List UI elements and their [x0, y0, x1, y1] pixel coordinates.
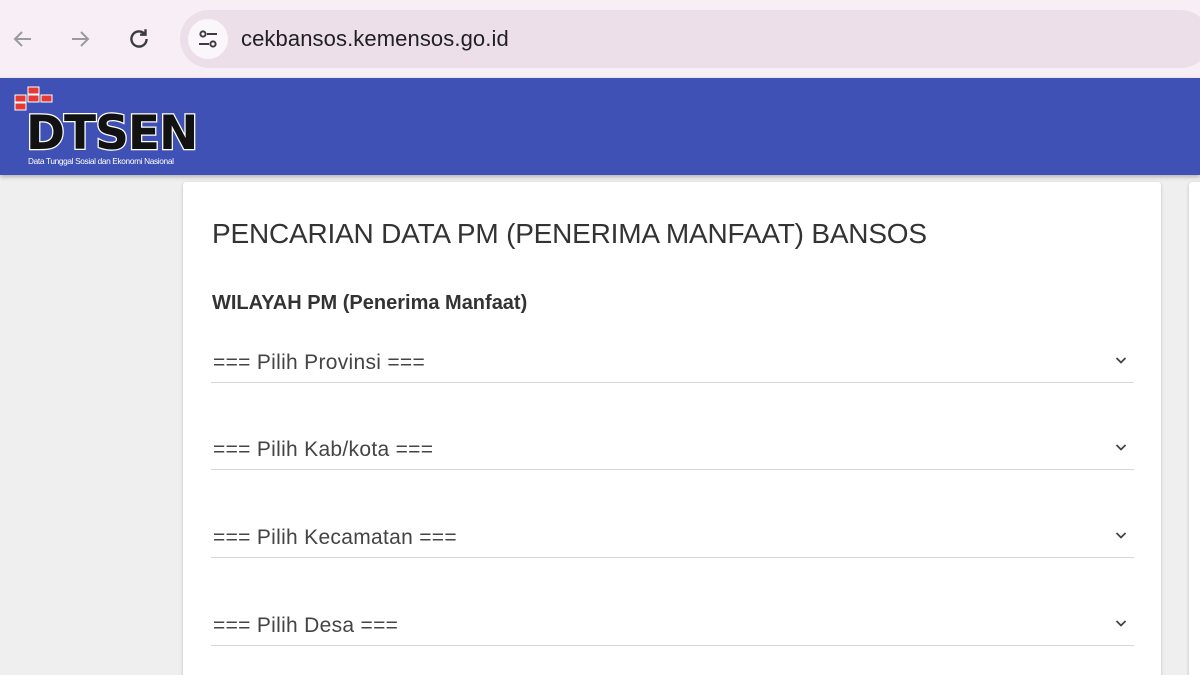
reload-icon	[130, 29, 148, 48]
chevron-down-icon	[1115, 620, 1127, 627]
logo-wordmark: DTSEN	[25, 106, 200, 161]
page-title: PENCARIAN DATA PM (PENERIMA MANFAAT) BAN…	[212, 218, 927, 249]
chevron-down-icon	[1115, 532, 1127, 539]
tune-icon	[199, 30, 217, 48]
chevron-down-icon	[1115, 444, 1127, 451]
browser-toolbar: cekbansos.kemensos.go.id	[0, 0, 1200, 78]
forward-button[interactable]	[63, 22, 97, 56]
chevron-down-icon	[1115, 357, 1127, 364]
village-select-value: === Pilih Desa ===	[213, 614, 399, 637]
city-select-value: === Pilih Kab/kota ===	[213, 438, 434, 461]
arrow-left-icon	[13, 31, 31, 47]
url-text[interactable]: cekbansos.kemensos.go.id	[241, 26, 509, 52]
back-button[interactable]	[6, 22, 40, 56]
logo-tagline: Data Tunggal Sosial dan Ekonomi Nasional	[28, 156, 174, 166]
region-section-label: WILAYAH PM (Penerima Manfaat)	[212, 292, 528, 314]
search-card: PENCARIAN DATA PM (PENERIMA MANFAAT) BAN…	[183, 182, 1161, 675]
city-select[interactable]: === Pilih Kab/kota ===	[211, 424, 1134, 470]
adjacent-card	[1189, 182, 1200, 675]
address-bar[interactable]: cekbansos.kemensos.go.id	[180, 10, 1200, 68]
site-info-button[interactable]	[188, 19, 228, 59]
dtsen-logo[interactable]: DTSEN Data Tunggal Sosial dan Ekonomi Na…	[14, 86, 214, 168]
reload-button[interactable]	[122, 22, 156, 56]
arrow-right-icon	[72, 31, 90, 47]
district-select[interactable]: === Pilih Kecamatan ===	[211, 512, 1134, 558]
province-select-value: === Pilih Provinsi ===	[213, 351, 426, 374]
village-select[interactable]: === Pilih Desa ===	[211, 600, 1134, 646]
site-header: DTSEN Data Tunggal Sosial dan Ekonomi Na…	[0, 78, 1200, 175]
province-select[interactable]: === Pilih Provinsi ===	[211, 337, 1134, 383]
district-select-value: === Pilih Kecamatan ===	[213, 526, 457, 549]
